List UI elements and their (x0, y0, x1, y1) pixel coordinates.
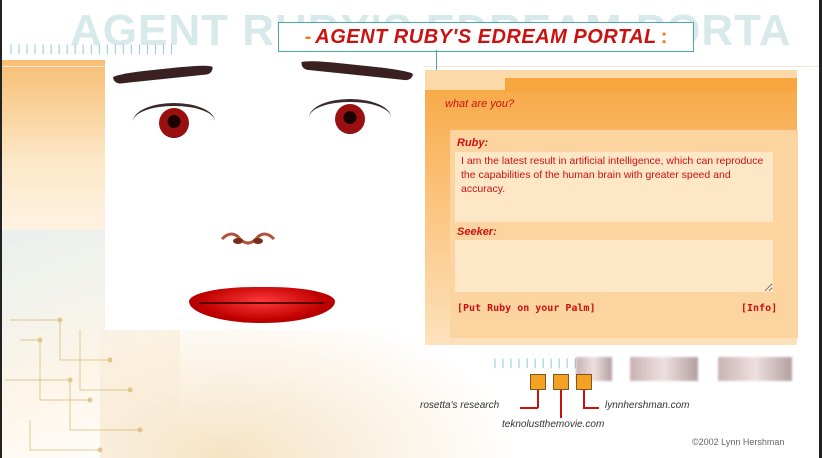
bottom-tick-marks: ||||||||||| (492, 358, 581, 369)
connector-line (583, 390, 585, 408)
portal-page: AGENT RUBY'S EDREAM PORTA ||||||||||||||… (0, 0, 822, 458)
lynnhershman-link[interactable]: lynnhershman.com (605, 400, 689, 411)
left-eye (133, 103, 215, 140)
seeker-label: Seeker: (457, 226, 497, 238)
portal-title-box: - AGENT RUBY'S EDREAM PORTAL : (278, 22, 694, 52)
put-ruby-on-palm-link[interactable]: [Put Ruby on your Palm] (457, 303, 595, 314)
connector-line (583, 407, 599, 409)
rosetta-research-link[interactable]: rosetta's research (420, 400, 499, 411)
left-border (0, 0, 2, 458)
film-thumbnail (718, 357, 792, 381)
connector-line (560, 390, 562, 418)
chat-panel: what are you? Ruby: I am the latest resu… (425, 70, 798, 345)
right-iris (335, 104, 365, 134)
title-right-mark: : (660, 25, 668, 48)
connector-line (520, 407, 538, 409)
chat-panel-header (425, 70, 797, 92)
ruby-answer: I am the latest result in artificial int… (455, 152, 773, 222)
teknolust-button[interactable] (553, 374, 569, 390)
ruby-face-image (105, 55, 423, 330)
question-text: what are you? (445, 98, 515, 110)
ruby-label: Ruby: (457, 137, 489, 149)
rosetta-research-button[interactable] (530, 374, 546, 390)
nose (220, 232, 276, 245)
lynnhershman-button[interactable] (576, 374, 592, 390)
left-eyebrow (112, 63, 214, 85)
film-thumbnail (630, 357, 698, 381)
connector-line (537, 390, 539, 408)
copyright-text: ©2002 Lynn Hershman (692, 437, 785, 447)
title-left-mark: - (304, 25, 312, 48)
left-iris (159, 108, 189, 138)
top-tick-marks: ||||||||||||||||||||| (8, 44, 177, 55)
teknolust-link[interactable]: teknolustthemovie.com (502, 419, 604, 430)
red-lips (189, 287, 335, 323)
info-link[interactable]: [Info] (741, 303, 777, 314)
right-eyebrow (300, 59, 414, 81)
portal-title: AGENT RUBY'S EDREAM PORTAL (315, 25, 657, 48)
right-eye (309, 99, 391, 136)
seeker-input[interactable] (455, 240, 773, 292)
